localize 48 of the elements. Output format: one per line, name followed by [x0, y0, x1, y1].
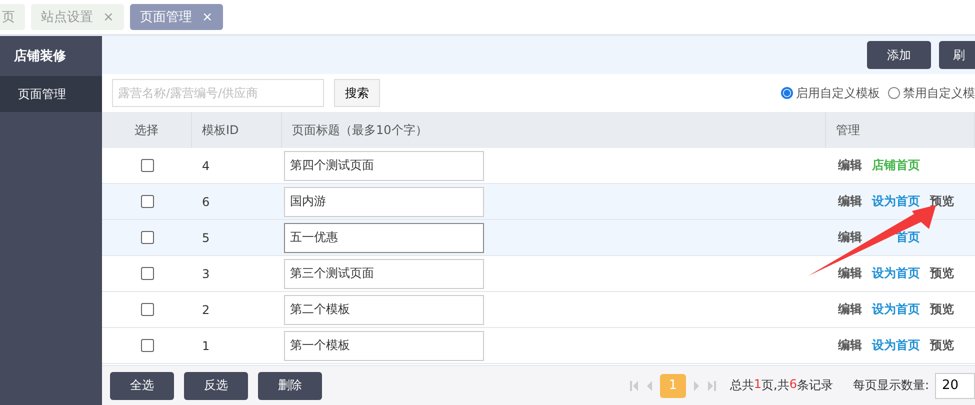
row-checkbox[interactable]	[140, 231, 154, 244]
id-cell-text: 5	[201, 230, 211, 244]
count-text: 1	[754, 377, 762, 393]
toolbar-button[interactable]: 添加	[867, 41, 931, 69]
toolbar-button[interactable]: 刷	[939, 41, 975, 69]
radio-button[interactable]	[781, 87, 793, 99]
action-link[interactable]: 预览	[930, 265, 954, 282]
footer-button[interactable]: 全选	[110, 372, 174, 400]
title-field[interactable]: 五一优惠	[284, 222, 484, 252]
row-checkbox[interactable]	[140, 195, 154, 208]
footer-button[interactable]: 反选	[184, 372, 248, 400]
action-link[interactable]: 编辑	[838, 229, 862, 246]
title-field[interactable]: 第二个模板	[284, 294, 484, 324]
search-button[interactable]: 搜索	[334, 79, 380, 107]
id-cell-text: 2	[201, 302, 211, 316]
title-field[interactable]: 第四个测试页面	[284, 150, 484, 180]
page-size-field[interactable]: 20	[935, 372, 975, 398]
summary-text: 页,共	[761, 377, 790, 394]
count-text: 6	[789, 377, 797, 393]
row-checkbox[interactable]	[140, 267, 154, 280]
action-link[interactable]: 预览	[930, 337, 954, 354]
action-link[interactable]: 编辑	[838, 301, 862, 318]
radio-label[interactable]: 禁用自定义模	[903, 84, 975, 102]
summary-text: 总共	[730, 377, 754, 394]
title-field[interactable]: 国内游	[284, 186, 484, 216]
title-field[interactable]: 第一个模板	[284, 330, 484, 360]
action-link[interactable]: 编辑	[838, 265, 862, 282]
action-link[interactable]: 预览	[930, 193, 954, 210]
row-checkbox[interactable]	[140, 159, 154, 172]
radio-label[interactable]: 启用自定义模板	[796, 84, 880, 102]
footer-button[interactable]: 删除	[258, 372, 322, 400]
sidebar-heading: 店铺装修	[13, 48, 67, 66]
id-cell-text: 6	[201, 194, 211, 208]
action-link[interactable]: 编辑	[838, 157, 862, 174]
radio-button[interactable]	[888, 87, 900, 99]
action-link[interactable]: 编辑	[838, 337, 862, 354]
id-cell-text: 4	[201, 158, 211, 172]
action-link[interactable]: 预览	[930, 301, 954, 318]
sidebar-item[interactable]: 页面管理	[0, 76, 102, 112]
action-link[interactable]: 编辑	[838, 193, 862, 210]
id-cell-text: 3	[201, 266, 211, 280]
summary-text: 条记录	[796, 377, 833, 394]
search-field[interactable]: 露营名称/露营编号/供应商	[112, 79, 324, 107]
page-size-label: 每页显示数量:	[852, 377, 929, 394]
row-checkbox[interactable]	[140, 303, 154, 316]
title-field[interactable]: 第三个测试页面	[284, 258, 484, 288]
row-checkbox[interactable]	[140, 339, 154, 352]
id-cell-text: 1	[201, 338, 211, 352]
